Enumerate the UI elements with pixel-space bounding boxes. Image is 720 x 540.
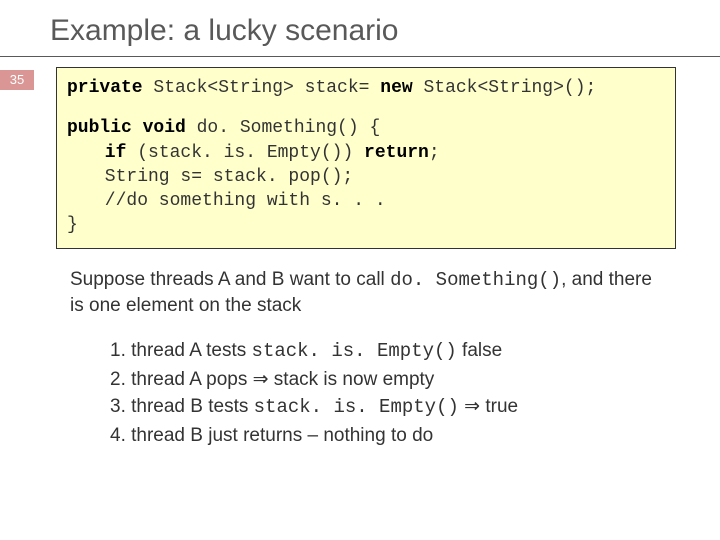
slide-title: Example: a lucky scenario bbox=[0, 0, 720, 56]
code-line: } bbox=[67, 213, 665, 237]
code-kw: return bbox=[364, 143, 429, 163]
code-line: public void do. Something() { bbox=[67, 116, 665, 140]
code-block: private Stack<String> stack= new Stack<S… bbox=[56, 67, 676, 249]
step-item: 2. thread A pops ⇒ stack is now empty bbox=[110, 366, 670, 394]
code-text: String s= stack. pop(); bbox=[105, 167, 353, 187]
step-text: 1. thread A tests bbox=[110, 340, 252, 361]
step-text: 3. thread B tests bbox=[110, 396, 254, 417]
code-kw: public void bbox=[67, 118, 186, 138]
code-line: //do something with s. . . bbox=[67, 189, 665, 213]
code-kw: if bbox=[105, 143, 127, 163]
code-line: if (stack. is. Empty()) return; bbox=[67, 141, 665, 165]
para-code: do. Something() bbox=[390, 269, 561, 291]
step-list: 1. thread A tests stack. is. Empty() fal… bbox=[110, 337, 670, 449]
code-text: //do something with s. . . bbox=[105, 191, 386, 211]
explainer-paragraph: Suppose threads A and B want to call do.… bbox=[70, 267, 670, 319]
code-kw: new bbox=[380, 78, 412, 98]
code-line: String s= stack. pop(); bbox=[67, 165, 665, 189]
step-text: false bbox=[457, 340, 502, 361]
step-item: 1. thread A tests stack. is. Empty() fal… bbox=[110, 337, 670, 366]
code-text: Stack<String> stack= bbox=[143, 78, 381, 98]
step-code: stack. is. Empty() bbox=[254, 396, 459, 418]
para-text: Suppose threads A and B want to call bbox=[70, 269, 390, 290]
code-kw: private bbox=[67, 78, 143, 98]
step-text: ⇒ true bbox=[459, 396, 518, 417]
code-text: Stack<String>(); bbox=[413, 78, 597, 98]
code-blank-line bbox=[67, 100, 665, 116]
slide-number-badge: 35 bbox=[0, 70, 34, 90]
step-item: 3. thread B tests stack. is. Empty() ⇒ t… bbox=[110, 393, 670, 422]
title-rule bbox=[0, 56, 720, 57]
code-text: } bbox=[67, 215, 78, 235]
step-item: 4. thread B just returns – nothing to do bbox=[110, 422, 670, 450]
step-code: stack. is. Empty() bbox=[252, 340, 457, 362]
code-text: (stack. is. Empty()) bbox=[126, 143, 364, 163]
code-line: private Stack<String> stack= new Stack<S… bbox=[67, 76, 665, 100]
code-text: do. Something() { bbox=[186, 118, 380, 138]
code-text: ; bbox=[429, 143, 440, 163]
